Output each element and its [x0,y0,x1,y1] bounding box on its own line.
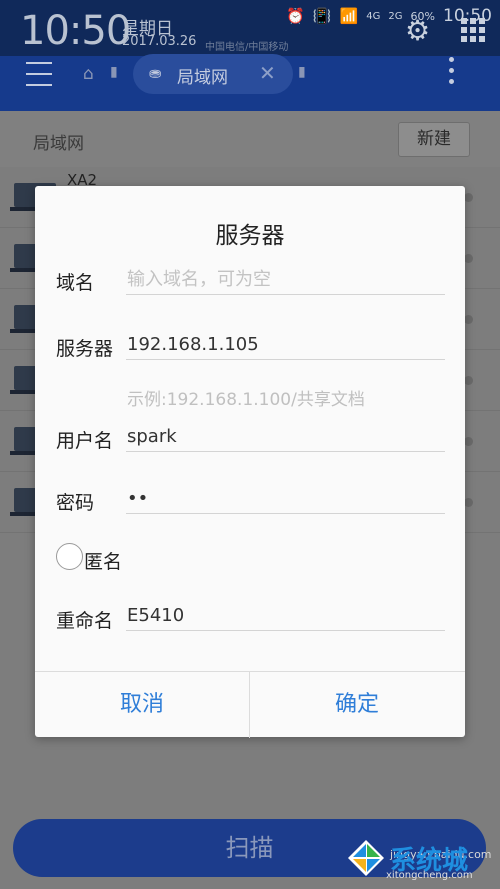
tab-lan-label: 局域网 [177,68,228,88]
watermark: jingyan.baidu.com 系统城 xitongcheng.com [346,838,496,888]
alarm-icon: ⏰ [286,7,305,25]
item-indicator-icon [464,437,473,446]
item-indicator-icon [464,254,473,263]
dialog-title: 服务器 [215,223,285,249]
watermark-logo-icon [348,840,384,876]
message-icon[interactable]: ▮ [110,64,118,80]
item-indicator-icon [464,376,473,385]
network-type-2: 2G [388,10,403,22]
anonymous-radio[interactable] [56,543,83,570]
password-input[interactable] [126,483,445,514]
battery-percent: 60% [410,9,435,23]
vibrate-icon: 📳 [312,7,332,25]
watermark-url: xitongcheng.com [386,870,473,881]
server-label: 服务器 [56,338,114,360]
status-icons: ⏰ 📳 📶 4G 2G 60% 10:50 [286,6,492,26]
message-icon[interactable]: ▮ [298,64,306,80]
server-hint: 示例:192.168.1.100/共享文档 [127,390,365,410]
cancel-button[interactable]: 取消 [35,672,249,738]
status-time-right: 10:50 [443,6,492,26]
rename-input[interactable] [126,600,445,631]
close-icon[interactable]: ✕ [259,61,276,85]
hamburger-menu-icon[interactable] [26,62,52,86]
toolbar-row: 局域网 新建 [0,111,500,167]
domain-label: 域名 [56,272,95,294]
network-type: 4G [366,10,381,22]
status-date: 2017.03.26 [122,34,197,49]
rename-label: 重命名 [56,610,114,632]
username-label: 用户名 [56,430,114,452]
server-input[interactable] [126,329,445,360]
password-label: 密码 [56,492,95,514]
item-indicator-icon [464,498,473,507]
domain-input[interactable] [126,264,445,295]
status-carrier: 中国电信/中国移动 [205,42,289,53]
username-input[interactable] [126,421,445,452]
home-icon[interactable]: ⌂ [83,64,94,84]
item-indicator-icon [464,193,473,202]
tab-lan[interactable]: ⛂ 局域网 ✕ [133,54,293,94]
anonymous-label: 匿名 [84,551,123,573]
server-dialog: 服务器 域名 服务器 示例:192.168.1.100/共享文档 用户名 密码 … [35,186,465,738]
new-button[interactable]: 新建 [398,122,470,157]
breadcrumb[interactable]: 局域网 [33,129,84,154]
dialog-actions: 取消 确定 [35,671,465,738]
wifi-icon: 📶 [339,7,359,25]
status-clock: 10:50 [20,8,131,54]
router-icon: ⛂ [149,64,162,82]
more-options-icon[interactable] [449,57,455,90]
confirm-button[interactable]: 确定 [250,672,464,738]
item-indicator-icon [464,315,473,324]
